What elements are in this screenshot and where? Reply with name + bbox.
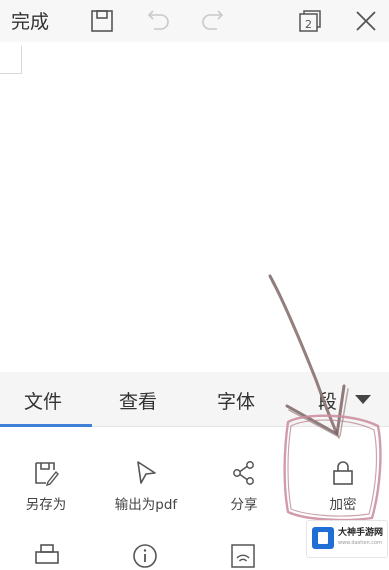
close-icon[interactable]	[353, 8, 379, 34]
save-as-label: 另存为	[25, 497, 67, 513]
tab-file[interactable]: 文件	[24, 387, 62, 414]
export-pdf-icon	[137, 461, 156, 484]
save-as-button[interactable]: 另存为	[18, 459, 74, 513]
wifi-icon	[231, 544, 255, 568]
encrypt-label: 加密	[329, 497, 357, 513]
save-icon[interactable]	[89, 8, 115, 34]
print-button[interactable]	[33, 542, 61, 570]
tab-paragraph[interactable]: 段	[318, 387, 337, 414]
share-label: 分享	[230, 497, 258, 513]
info-button[interactable]	[131, 542, 159, 570]
share-icon	[233, 461, 254, 485]
logo-title: 大神手游网	[338, 528, 384, 538]
window-count: 2	[305, 18, 312, 31]
expand-tabs-icon[interactable]	[352, 390, 374, 408]
tab-bar: 文件 查看 字体 段	[0, 372, 389, 427]
watermark-logo: 大神手游网 www.dashen.com	[306, 520, 388, 558]
wifi-button[interactable]	[229, 542, 257, 570]
undo-icon[interactable]	[146, 8, 172, 34]
multiwindow-icon[interactable]: 2	[297, 8, 323, 34]
redo-icon[interactable]	[199, 8, 225, 34]
tab-view[interactable]: 查看	[119, 387, 157, 414]
page-corner	[0, 46, 22, 74]
logo-mark	[312, 527, 334, 549]
export-pdf-label: 输出为pdf	[114, 497, 178, 513]
info-icon	[133, 544, 157, 568]
encrypt-button[interactable]: 加密	[317, 459, 369, 513]
top-toolbar: 完成 2	[0, 0, 389, 42]
save-as-icon	[35, 462, 59, 487]
logo-subtitle: www.dashen.com	[338, 540, 382, 546]
print-icon	[35, 544, 59, 564]
share-button[interactable]: 分享	[218, 459, 270, 513]
export-pdf-button[interactable]: 输出为pdf	[106, 459, 186, 513]
tab-font[interactable]: 字体	[217, 387, 255, 414]
lock-icon	[333, 461, 353, 485]
done-button[interactable]: 完成	[11, 7, 49, 34]
document-area[interactable]	[0, 42, 389, 372]
